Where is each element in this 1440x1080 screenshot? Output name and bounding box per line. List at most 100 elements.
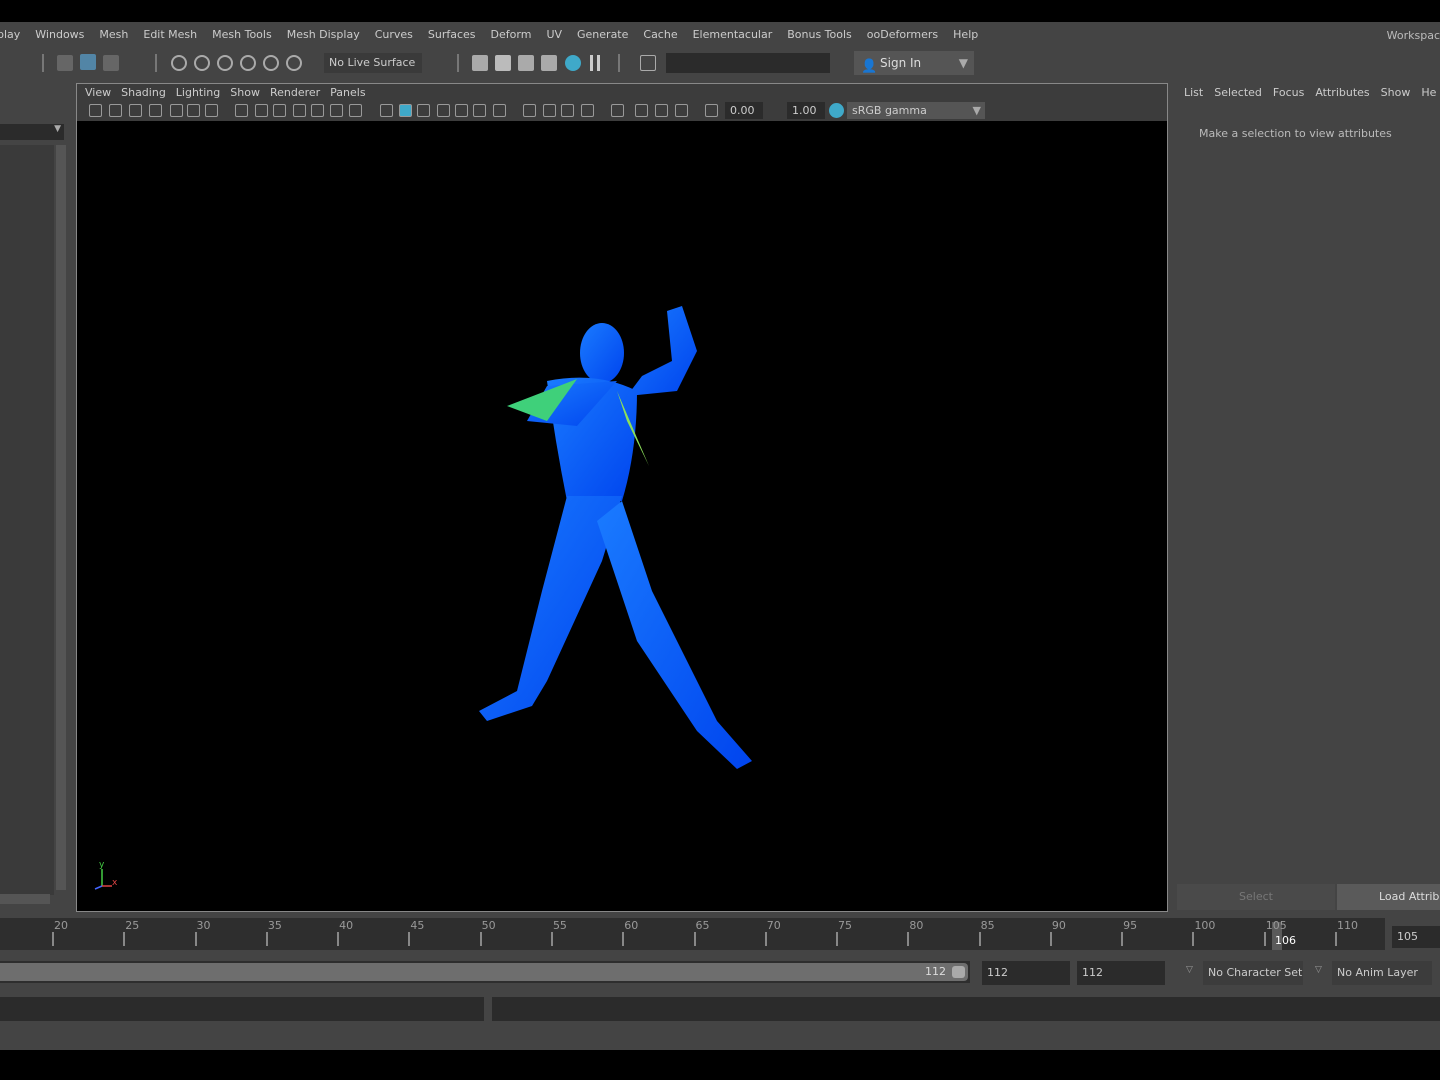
menu-item[interactable]: Bonus Tools xyxy=(787,28,852,41)
viewport-tool-icon[interactable] xyxy=(235,104,248,117)
viewport-tool-icon[interactable] xyxy=(149,104,162,117)
anim-layer-dropdown[interactable]: No Anim Layer xyxy=(1332,961,1432,985)
viewport-tool-icon[interactable] xyxy=(561,104,574,117)
snap-point-icon[interactable] xyxy=(217,55,233,71)
viewport-tool-icon[interactable] xyxy=(635,104,648,117)
search-input[interactable] xyxy=(666,53,830,73)
range-slider[interactable]: 112 xyxy=(0,963,968,981)
select-button[interactable]: Select xyxy=(1177,884,1335,910)
menu-item[interactable]: Mesh Tools xyxy=(212,28,272,41)
menu-item[interactable]: Help xyxy=(953,28,978,41)
viewport-menu-item[interactable]: Shading xyxy=(121,86,166,99)
viewport-tool-icon[interactable] xyxy=(473,104,486,117)
viewport-tool-icon[interactable] xyxy=(349,104,362,117)
3d-viewport-canvas[interactable]: y x xyxy=(77,121,1167,911)
chevron-down-icon[interactable]: ▽ xyxy=(1315,965,1322,975)
menu-item[interactable]: Cache xyxy=(643,28,677,41)
viewport-tool-icon[interactable] xyxy=(129,104,142,117)
load-attributes-button[interactable]: Load Attribu xyxy=(1337,884,1440,910)
input-line-icon[interactable] xyxy=(640,55,656,71)
viewport-tool-icon[interactable] xyxy=(581,104,594,117)
attribute-editor-tab[interactable]: Attributes xyxy=(1315,86,1369,102)
viewport-tool-icon[interactable] xyxy=(255,104,268,117)
live-surface-field[interactable]: No Live Surface xyxy=(324,53,422,73)
vertical-scrollbar[interactable] xyxy=(56,145,66,890)
viewport-tool-icon[interactable] xyxy=(455,104,468,117)
viewport-tool-icon[interactable] xyxy=(170,104,183,117)
range-slider-handle[interactable] xyxy=(952,966,965,978)
sign-in-button[interactable]: 👤 Sign In ▼ xyxy=(854,51,974,75)
hypershade-icon[interactable] xyxy=(565,55,581,71)
chevron-down-icon[interactable]: ▽ xyxy=(1186,965,1193,975)
gamma-field[interactable]: 1.00 xyxy=(787,102,825,119)
menu-item[interactable]: ooDeformers xyxy=(867,28,938,41)
select-by-component-icon[interactable] xyxy=(103,55,119,71)
attribute-editor-tab[interactable]: Focus xyxy=(1273,86,1304,102)
snap-curve-icon[interactable] xyxy=(194,55,210,71)
viewport-tool-icon[interactable] xyxy=(205,104,218,117)
menu-item[interactable]: Surfaces xyxy=(428,28,476,41)
menu-item[interactable]: Windows xyxy=(35,28,84,41)
horizontal-scrollbar[interactable] xyxy=(0,894,50,904)
playback-end-field[interactable]: 112 xyxy=(982,961,1070,985)
viewport-tool-icon[interactable] xyxy=(273,104,286,117)
menu-item[interactable]: Generate xyxy=(577,28,628,41)
viewport-menu-item[interactable]: View xyxy=(85,86,111,99)
attribute-editor-tab[interactable]: List xyxy=(1184,86,1203,102)
snap-options-icon[interactable] xyxy=(286,55,302,71)
menu-item[interactable]: UV xyxy=(546,28,562,41)
viewport-tool-icon[interactable] xyxy=(523,104,536,117)
viewport-tool-icon[interactable] xyxy=(437,104,450,117)
viewport-tool-icon[interactable] xyxy=(675,104,688,117)
outliner-filter-dropdown[interactable]: ▼ xyxy=(0,124,64,140)
render-settings-icon[interactable] xyxy=(541,55,557,71)
snap-view-plane-icon[interactable] xyxy=(240,55,256,71)
menu-item[interactable]: Curves xyxy=(375,28,413,41)
render-current-frame-icon[interactable] xyxy=(495,55,511,71)
attribute-editor-tab[interactable]: Selected xyxy=(1214,86,1262,102)
viewport-tool-icon[interactable] xyxy=(89,104,102,117)
animation-end-field[interactable]: 112 xyxy=(1077,961,1165,985)
color-management-toggle-icon[interactable] xyxy=(829,103,844,118)
viewport-tool-icon[interactable] xyxy=(399,104,412,117)
character-set-dropdown[interactable]: No Character Set xyxy=(1203,961,1303,985)
viewport-menu-item[interactable]: Show xyxy=(230,86,260,99)
menu-item[interactable]: Mesh xyxy=(99,28,128,41)
snap-live-icon[interactable] xyxy=(263,55,279,71)
select-by-hierarchy-icon[interactable] xyxy=(57,55,73,71)
viewport-tool-icon[interactable] xyxy=(611,104,624,117)
pause-icon[interactable] xyxy=(590,55,600,71)
viewport-menu-item[interactable]: Lighting xyxy=(176,86,220,99)
current-frame-field[interactable]: 105 xyxy=(1392,926,1440,948)
viewport-tool-icon[interactable] xyxy=(493,104,506,117)
viewport-tool-icon[interactable] xyxy=(417,104,430,117)
color-space-dropdown[interactable]: sRGB gamma ▼ xyxy=(847,102,985,119)
viewport-tool-icon[interactable] xyxy=(293,104,306,117)
menu-item[interactable]: Elementacular xyxy=(693,28,773,41)
viewport-tool-icon[interactable] xyxy=(380,104,393,117)
viewport-menu-item[interactable]: Panels xyxy=(330,86,365,99)
menu-item[interactable]: play xyxy=(0,28,20,41)
attribute-editor-tab[interactable]: Show xyxy=(1381,86,1411,102)
viewport-tool-icon[interactable] xyxy=(330,104,343,117)
outliner-list[interactable] xyxy=(0,145,54,895)
menu-item[interactable]: Edit Mesh xyxy=(143,28,197,41)
viewport-tool-icon[interactable] xyxy=(311,104,324,117)
command-input[interactable] xyxy=(0,997,484,1021)
attribute-editor-tab[interactable]: He xyxy=(1421,86,1436,102)
menu-item[interactable]: Deform xyxy=(491,28,532,41)
workspace-label[interactable]: Workspac xyxy=(1387,22,1440,50)
ipr-render-icon[interactable] xyxy=(518,55,534,71)
snap-grid-icon[interactable] xyxy=(171,55,187,71)
viewport-tool-icon[interactable] xyxy=(655,104,668,117)
viewport-tool-icon[interactable] xyxy=(543,104,556,117)
viewport-tool-icon[interactable] xyxy=(109,104,122,117)
exposure-field[interactable]: 0.00 xyxy=(725,102,763,119)
viewport-menu-item[interactable]: Renderer xyxy=(270,86,320,99)
viewport-tool-icon[interactable] xyxy=(187,104,200,117)
time-slider[interactable]: 106 20 25 30 35 40 45 50 55 60 65 70 75 80 85 90 95 100 10… xyxy=(0,918,1385,950)
menu-item[interactable]: Mesh Display xyxy=(287,28,360,41)
viewport-tool-icon[interactable] xyxy=(705,104,718,117)
select-by-object-icon[interactable] xyxy=(80,54,96,70)
render-view-icon[interactable] xyxy=(472,55,488,71)
